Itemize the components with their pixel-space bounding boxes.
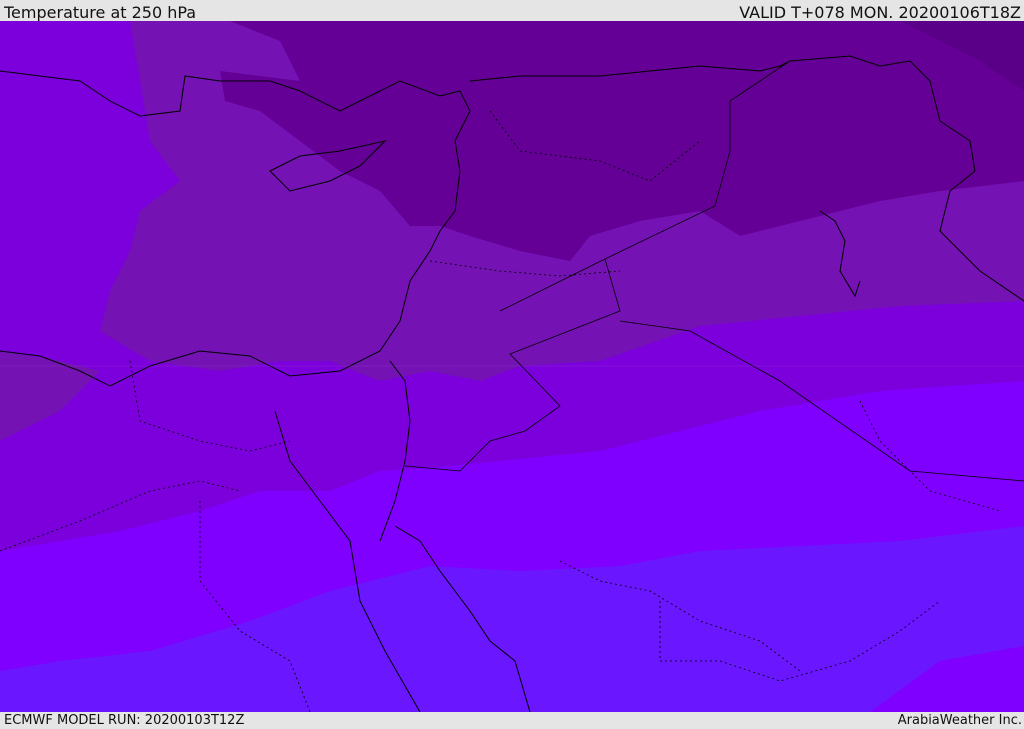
brand-credit: ArabiaWeather Inc. — [897, 713, 1022, 728]
header-bar: Temperature at 250 hPa VALID T+078 MON. … — [0, 0, 1024, 22]
map-title: Temperature at 250 hPa — [4, 3, 197, 22]
valid-time: VALID T+078 MON. 20200106T18Z — [739, 3, 1021, 22]
footer-bar: ECMWF MODEL RUN: 20200103T12Z ArabiaWeat… — [0, 712, 1024, 729]
temperature-map — [0, 21, 1024, 712]
model-run: ECMWF MODEL RUN: 20200103T12Z — [4, 713, 245, 728]
